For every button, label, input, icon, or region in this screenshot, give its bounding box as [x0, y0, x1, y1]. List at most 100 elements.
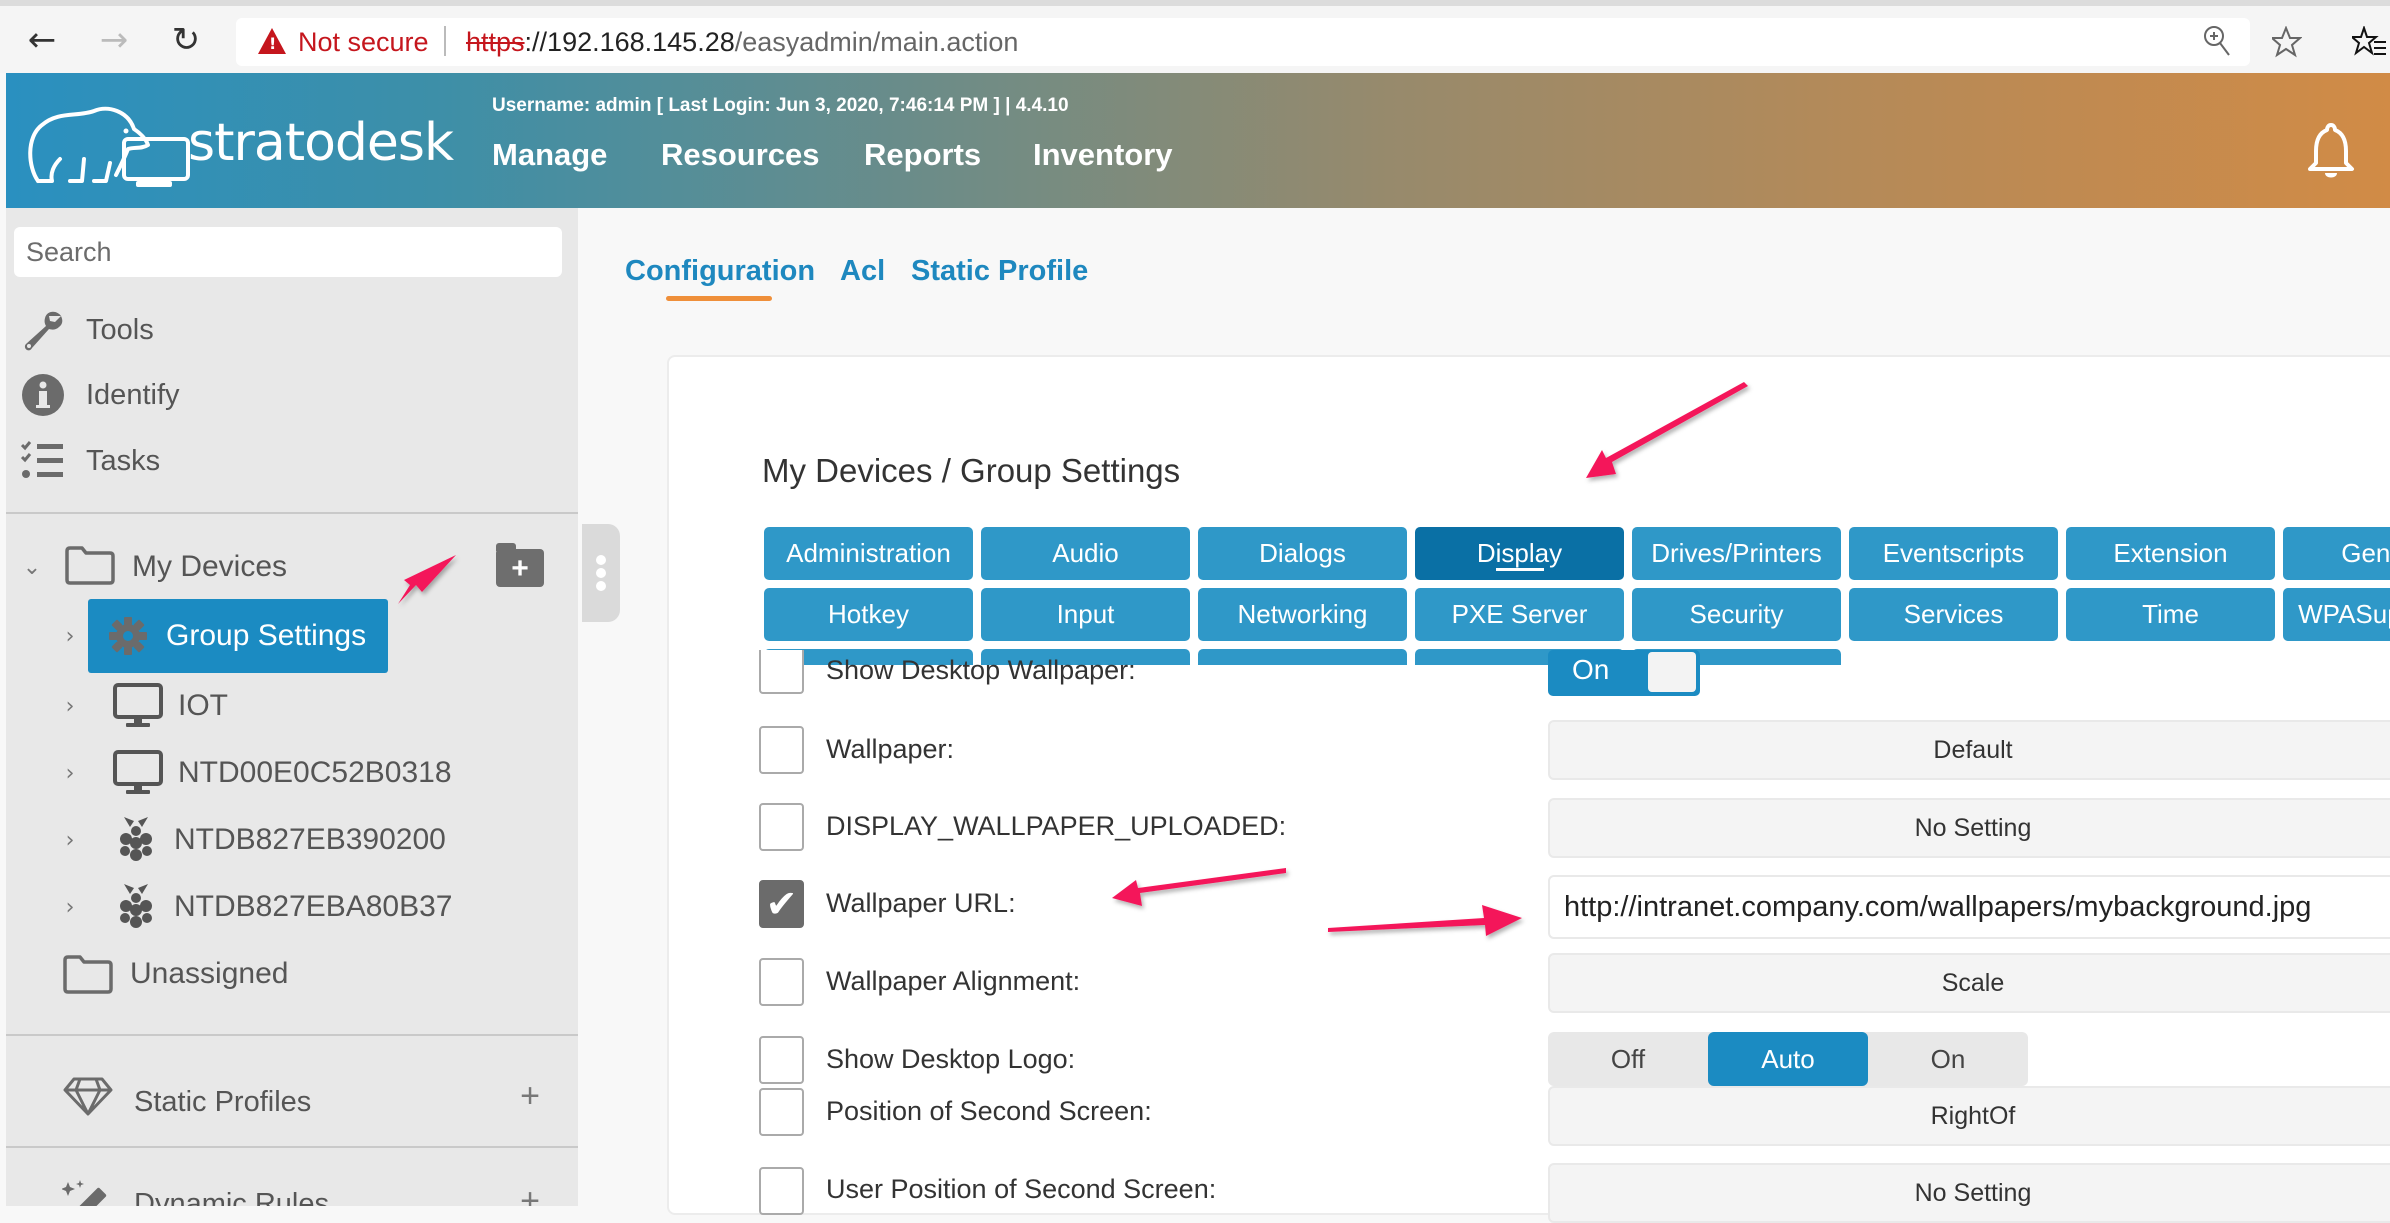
diamond-icon: [62, 1076, 114, 1116]
back-button[interactable]: ←: [22, 20, 62, 60]
wallpaper-alignment-select[interactable]: Scale: [1548, 953, 2390, 1013]
category-tab-extension[interactable]: Extension: [2066, 527, 2275, 580]
nav-resources[interactable]: Resources: [661, 137, 820, 173]
tasks-icon: [20, 438, 66, 484]
second-screen-position-select[interactable]: RightOf: [1548, 1086, 2390, 1146]
security-status[interactable]: Not secure: [298, 27, 429, 58]
zoom-in-icon[interactable]: [2202, 24, 2232, 66]
url-text[interactable]: https://192.168.145.28/easyadmin/main.ac…: [466, 27, 1018, 58]
wrench-icon: [20, 307, 66, 353]
user-second-screen-position-select[interactable]: No Setting: [1548, 1163, 2390, 1223]
sidebar-item-identify[interactable]: Identify: [20, 371, 180, 419]
category-tab-eventscripts[interactable]: Eventscripts: [1849, 527, 2058, 580]
plus-icon[interactable]: +: [520, 1182, 540, 1206]
chevron-down-icon[interactable]: ⌄: [20, 555, 44, 580]
raspberry-pi-icon: [116, 882, 156, 932]
category-tab-hotkey[interactable]: Hotkey: [764, 588, 973, 641]
sidebar-item-tasks[interactable]: Tasks: [20, 437, 160, 485]
tab-static-profile[interactable]: Static Profile: [911, 255, 1088, 288]
star-add-icon[interactable]: [2269, 25, 2303, 66]
wallpaper-select[interactable]: Default: [1548, 720, 2390, 780]
tree-item-label: Unassigned: [130, 957, 289, 990]
setting-checkbox[interactable]: [759, 650, 804, 694]
tree-item-device[interactable]: › NTDB827EBA80B37: [58, 879, 453, 935]
active-indicator: [1495, 568, 1544, 571]
search-input[interactable]: [14, 227, 562, 277]
tree-item-my-devices[interactable]: ⌄ My Devices: [20, 539, 287, 595]
setting-checkbox[interactable]: [759, 958, 804, 1006]
category-tab-input[interactable]: Input: [981, 588, 1190, 641]
sidebar-collapse-handle[interactable]: [582, 524, 620, 622]
bell-icon[interactable]: [2306, 121, 2356, 181]
forward-button[interactable]: →: [94, 20, 134, 60]
tree-item-group-settings[interactable]: Group Settings: [88, 599, 388, 673]
category-tab-drives-printers[interactable]: Drives/Printers: [1632, 527, 1841, 580]
setting-label: DISPLAY_WALLPAPER_UPLOADED:: [826, 811, 1287, 841]
favorites-list-icon[interactable]: [2349, 24, 2388, 66]
sidebar-item-label: Identify: [86, 378, 180, 411]
category-tab-label: Display: [1476, 538, 1563, 568]
category-tab-general[interactable]: General: [2283, 527, 2390, 580]
nav-reports[interactable]: Reports: [864, 137, 981, 173]
nav-manage[interactable]: Manage: [492, 137, 607, 173]
nav-inventory[interactable]: Inventory: [1033, 137, 1173, 173]
setting-checkbox[interactable]: [759, 803, 804, 851]
category-tab-pxe-server[interactable]: PXE Server: [1415, 588, 1624, 641]
show-wallpaper-toggle[interactable]: On: [1548, 650, 1700, 696]
tree-item-unassigned[interactable]: Unassigned: [62, 946, 288, 1002]
category-tab-wpasupplicant[interactable]: WPASupplicant: [2283, 588, 2390, 641]
reload-button[interactable]: ↻: [166, 20, 206, 60]
warning-icon: !: [258, 28, 286, 54]
address-bar[interactable]: ! Not secure https://192.168.145.28/easy…: [236, 18, 2250, 66]
gear-icon: [108, 616, 148, 656]
tab-configuration[interactable]: Configuration: [625, 255, 815, 288]
folder-icon: [64, 545, 116, 590]
plus-icon[interactable]: +: [520, 1077, 540, 1116]
tree-item-device[interactable]: › NTD00E0C52B0318: [58, 745, 452, 801]
setting-label: Show Desktop Wallpaper:: [826, 655, 1136, 685]
category-tab-dialogs[interactable]: Dialogs: [1198, 527, 1407, 580]
category-tab-hidden[interactable]: [1198, 649, 1407, 665]
stratodesk-bear-logo-icon[interactable]: [24, 97, 194, 189]
segment-on[interactable]: On: [1868, 1032, 2028, 1086]
sidebar-section-dynamic-rules[interactable]: Dynamic Rules +: [6, 1178, 578, 1206]
category-tab-administration[interactable]: Administration: [764, 527, 973, 580]
sidebar-section-static-profiles[interactable]: Static Profiles +: [6, 1063, 578, 1129]
category-tab-display[interactable]: Display: [1415, 527, 1624, 580]
tab-acl[interactable]: Acl: [840, 255, 885, 288]
url-host: ://192.168.145.28: [524, 27, 735, 57]
magic-wand-icon: [62, 1178, 114, 1206]
setting-checkbox[interactable]: [759, 1088, 804, 1136]
tree-item-device[interactable]: › NTDB827EB390200: [58, 812, 446, 868]
wallpaper-url-input[interactable]: http://intranet.company.com/wallpapers/m…: [1548, 875, 2390, 939]
category-tab-services[interactable]: Services: [1849, 588, 2058, 641]
tree-item-label: NTDB827EBA80B37: [174, 890, 453, 923]
sidebar-divider: [6, 512, 578, 514]
monitor-icon: [112, 682, 164, 730]
tree-item-device[interactable]: › IOT: [58, 678, 228, 734]
category-tab-audio[interactable]: Audio: [981, 527, 1190, 580]
segment-off[interactable]: Off: [1548, 1032, 1708, 1086]
chevron-right-icon[interactable]: ›: [58, 761, 82, 786]
folder-plus-icon: +: [511, 552, 529, 585]
url-protocol: https: [466, 27, 525, 57]
category-tab-security[interactable]: Security: [1632, 588, 1841, 641]
active-tab-indicator: [666, 296, 772, 301]
chevron-right-icon[interactable]: ›: [58, 895, 82, 920]
sidebar-divider: [6, 1146, 578, 1148]
category-tab-networking[interactable]: Networking: [1198, 588, 1407, 641]
chevron-right-icon[interactable]: ›: [58, 694, 82, 719]
category-tab-time[interactable]: Time: [2066, 588, 2275, 641]
segment-auto[interactable]: Auto: [1708, 1032, 1868, 1086]
wallpaper-uploaded-select[interactable]: No Setting: [1548, 798, 2390, 858]
setting-checkbox-checked[interactable]: ✔: [759, 880, 804, 928]
chevron-right-icon[interactable]: ›: [58, 828, 82, 853]
setting-checkbox[interactable]: [759, 726, 804, 774]
setting-checkbox[interactable]: [759, 1167, 804, 1215]
add-folder-button[interactable]: +: [496, 543, 544, 587]
setting-checkbox[interactable]: [759, 1036, 804, 1084]
tree-expand-group-settings[interactable]: ›: [58, 608, 82, 664]
chevron-right-icon[interactable]: ›: [58, 624, 82, 649]
toggle-knob[interactable]: [1648, 652, 1696, 692]
sidebar-item-tools[interactable]: Tools: [20, 306, 154, 354]
